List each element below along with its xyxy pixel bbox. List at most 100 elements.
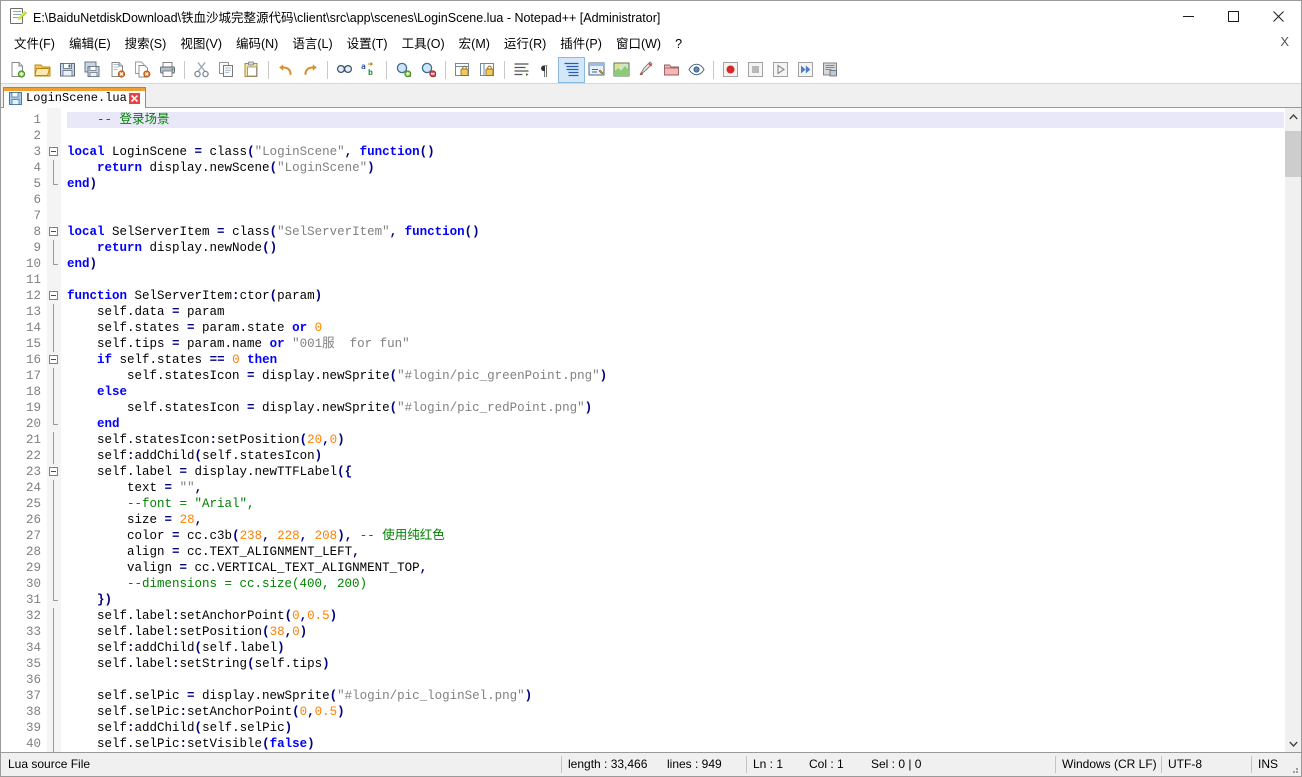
close-all-files-icon[interactable] <box>130 58 155 82</box>
menu-tools[interactable]: 工具(O) <box>395 34 452 54</box>
copy-icon[interactable] <box>214 58 239 82</box>
minimize-button[interactable] <box>1166 1 1211 31</box>
code-line[interactable]: --dimensions = cc.size(400, 200) <box>67 576 1284 592</box>
code-line[interactable] <box>67 672 1284 688</box>
save-macro-icon[interactable] <box>818 58 843 82</box>
close-document-button[interactable]: X <box>1280 35 1289 49</box>
menu-window[interactable]: 窗口(W) <box>609 34 668 54</box>
code-line[interactable]: self.selPic:setVisible(false) <box>67 736 1284 752</box>
menu-macro[interactable]: 宏(M) <box>452 34 497 54</box>
code-line[interactable]: end) <box>67 176 1284 192</box>
code-line[interactable]: return display.newScene("LoginScene") <box>67 160 1284 176</box>
code-line[interactable]: local SelServerItem = class("SelServerIt… <box>67 224 1284 240</box>
run-macro-multiple-icon[interactable] <box>793 58 818 82</box>
new-file-icon[interactable] <box>5 58 30 82</box>
tab-loginscene-lua[interactable]: LoginScene.lua <box>3 87 146 108</box>
indent-guide-icon[interactable] <box>559 58 584 82</box>
code-line[interactable]: text = "", <box>67 480 1284 496</box>
redo-icon[interactable] <box>298 58 323 82</box>
scroll-down-arrow[interactable] <box>1285 735 1301 752</box>
menu-language[interactable]: 语言(L) <box>285 34 339 54</box>
menu-search[interactable]: 搜索(S) <box>118 34 174 54</box>
cut-icon[interactable] <box>189 58 214 82</box>
fold-marker[interactable] <box>47 224 60 240</box>
code-line[interactable]: function SelServerItem:ctor(param) <box>67 288 1284 304</box>
menu-view[interactable]: 视图(V) <box>173 34 229 54</box>
word-wrap-icon[interactable] <box>509 58 534 82</box>
print-icon[interactable] <box>155 58 180 82</box>
code-line[interactable]: color = cc.c3b(238, 228, 208), -- 使用纯红色 <box>67 528 1284 544</box>
code-line[interactable]: size = 28, <box>67 512 1284 528</box>
close-file-icon[interactable] <box>105 58 130 82</box>
find-icon[interactable] <box>332 58 357 82</box>
code-line[interactable]: self.statesIcon = display.newSprite("#lo… <box>67 368 1284 384</box>
menu-plugins[interactable]: 插件(P) <box>553 34 609 54</box>
code-line[interactable] <box>67 128 1284 144</box>
show-folder-as-workspace-icon[interactable] <box>659 58 684 82</box>
show-all-characters-icon[interactable]: ¶ <box>534 58 559 82</box>
zoom-in-icon[interactable] <box>391 58 416 82</box>
scrollbar-thumb[interactable] <box>1285 131 1301 177</box>
record-macro-icon[interactable] <box>718 58 743 82</box>
scroll-up-arrow[interactable] <box>1285 108 1301 125</box>
code-line[interactable]: }) <box>67 592 1284 608</box>
menu-run[interactable]: 运行(R) <box>497 34 553 54</box>
code-line[interactable]: local LoginScene = class("LoginScene", f… <box>67 144 1284 160</box>
close-button[interactable] <box>1256 1 1301 31</box>
code-line[interactable]: end <box>67 416 1284 432</box>
menu-edit[interactable]: 编辑(E) <box>62 34 118 54</box>
code-line[interactable]: else <box>67 384 1284 400</box>
resize-grip[interactable] <box>1289 764 1299 774</box>
code-line[interactable]: self.label:setPosition(38,0) <box>67 624 1284 640</box>
sync-vertical-scroll-icon[interactable] <box>450 58 475 82</box>
code-line[interactable]: self.tips = param.name or "001服 for fun" <box>67 336 1284 352</box>
show-function-list-icon[interactable] <box>634 58 659 82</box>
monitoring-icon[interactable] <box>684 58 709 82</box>
undo-icon[interactable] <box>273 58 298 82</box>
fold-marker[interactable] <box>47 352 60 368</box>
open-file-icon[interactable] <box>30 58 55 82</box>
code-text[interactable]: -- 登录场景 local LoginScene = class("LoginS… <box>61 108 1284 752</box>
replace-icon[interactable]: ab <box>357 58 382 82</box>
code-line[interactable] <box>67 208 1284 224</box>
save-all-icon[interactable] <box>80 58 105 82</box>
fold-margin[interactable] <box>47 108 61 752</box>
code-line[interactable]: --font = "Arial", <box>67 496 1284 512</box>
show-document-map-icon[interactable] <box>609 58 634 82</box>
code-line[interactable]: self.label:setAnchorPoint(0,0.5) <box>67 608 1284 624</box>
fold-marker[interactable] <box>47 288 60 304</box>
zoom-out-icon[interactable] <box>416 58 441 82</box>
code-line[interactable]: self.label:setString(self.tips) <box>67 656 1284 672</box>
tab-close-icon[interactable] <box>129 92 141 104</box>
code-line[interactable]: if self.states == 0 then <box>67 352 1284 368</box>
menu-help[interactable]: ? <box>668 34 689 54</box>
code-line[interactable]: self:addChild(self.selPic) <box>67 720 1284 736</box>
code-line[interactable]: -- 登录场景 <box>67 112 1284 128</box>
code-line[interactable]: self.data = param <box>67 304 1284 320</box>
code-line[interactable]: self:addChild(self.statesIcon) <box>67 448 1284 464</box>
code-line[interactable]: self.states = param.state or 0 <box>67 320 1284 336</box>
code-line[interactable]: return display.newNode() <box>67 240 1284 256</box>
paste-icon[interactable] <box>239 58 264 82</box>
code-line[interactable]: align = cc.TEXT_ALIGNMENT_LEFT, <box>67 544 1284 560</box>
code-line[interactable]: self.statesIcon = display.newSprite("#lo… <box>67 400 1284 416</box>
sync-horizontal-scroll-icon[interactable] <box>475 58 500 82</box>
code-line[interactable]: self.statesIcon:setPosition(20,0) <box>67 432 1284 448</box>
code-line[interactable]: self.label = display.newTTFLabel({ <box>67 464 1284 480</box>
code-line[interactable] <box>67 192 1284 208</box>
save-icon[interactable] <box>55 58 80 82</box>
menu-settings[interactable]: 设置(T) <box>340 34 395 54</box>
code-line[interactable]: self.selPic:setAnchorPoint(0,0.5) <box>67 704 1284 720</box>
scrollbar-track[interactable] <box>1285 125 1301 735</box>
code-line[interactable] <box>67 272 1284 288</box>
stop-macro-icon[interactable] <box>743 58 768 82</box>
scintilla-editor[interactable]: 1234567891011121314151617181920212223242… <box>1 108 1284 752</box>
fold-marker[interactable] <box>47 144 60 160</box>
user-defined-dialog-icon[interactable] <box>584 58 609 82</box>
code-line[interactable]: self:addChild(self.label) <box>67 640 1284 656</box>
vertical-scrollbar[interactable] <box>1284 108 1301 752</box>
fold-marker[interactable] <box>47 464 60 480</box>
code-line[interactable]: self.selPic = display.newSprite("#login/… <box>67 688 1284 704</box>
code-line[interactable]: end) <box>67 256 1284 272</box>
code-line[interactable]: valign = cc.VERTICAL_TEXT_ALIGNMENT_TOP, <box>67 560 1284 576</box>
